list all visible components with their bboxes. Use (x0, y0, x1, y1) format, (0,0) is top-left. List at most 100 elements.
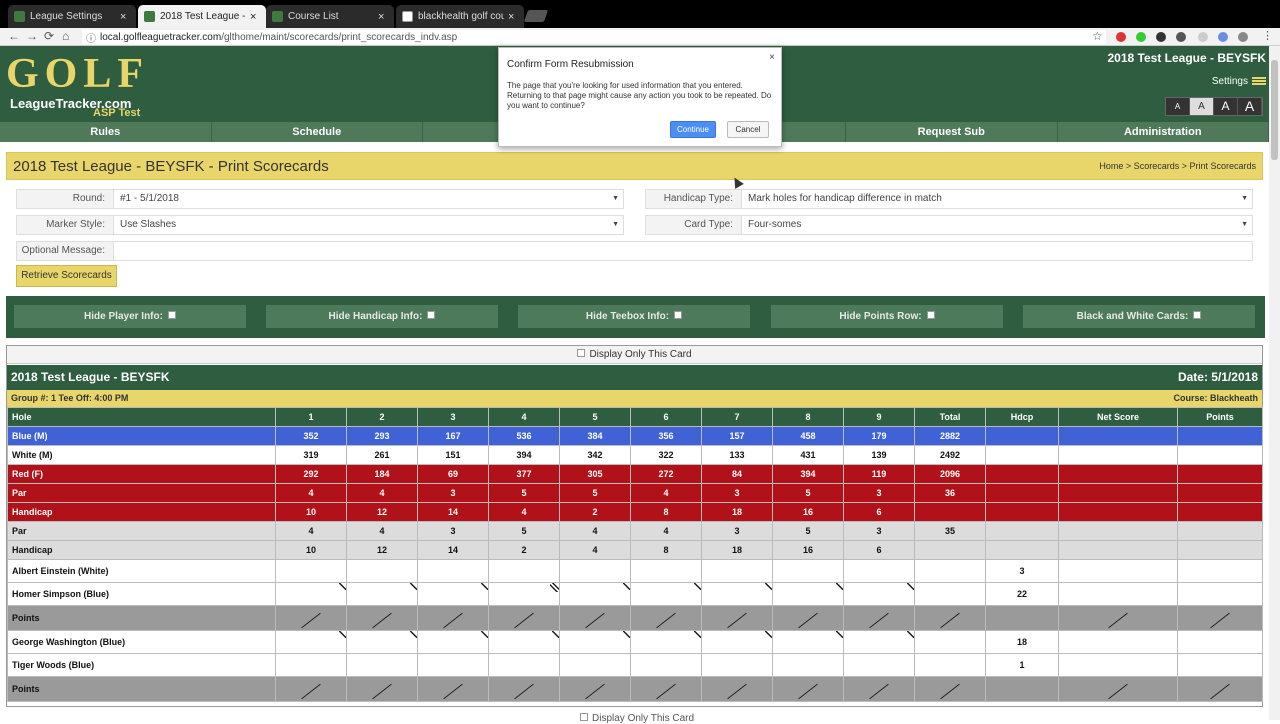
tab-close-icon[interactable]: × (378, 11, 388, 23)
points-cell[interactable] (914, 605, 986, 631)
points-cell[interactable] (772, 676, 844, 702)
font-size-xs-button[interactable]: A (1166, 98, 1190, 115)
menu-item-request-sub[interactable]: Request Sub (846, 122, 1058, 142)
points-cell[interactable] (985, 605, 1059, 631)
score-cell[interactable] (559, 653, 631, 677)
points-cell[interactable] (701, 605, 773, 631)
score-cell[interactable] (843, 630, 915, 654)
forward-icon[interactable]: → (26, 29, 38, 43)
score-cell[interactable] (843, 582, 915, 606)
score-cell[interactable] (772, 559, 844, 583)
tab-2018-test-league[interactable]: 2018 Test League - BEYSFK × (138, 5, 266, 28)
font-size-s-button[interactable]: A (1190, 98, 1214, 115)
extension-cloud-icon[interactable] (1218, 32, 1228, 42)
points-cell[interactable] (1177, 605, 1263, 631)
points-cell[interactable] (559, 605, 631, 631)
points-cell[interactable] (630, 676, 702, 702)
points-cell[interactable] (1177, 676, 1263, 702)
points-cell[interactable] (275, 605, 347, 631)
hide-player-info-checkbox[interactable] (167, 311, 176, 319)
points-cell[interactable] (417, 605, 489, 631)
tab-close-icon[interactable]: × (250, 11, 260, 23)
score-cell[interactable] (275, 559, 347, 583)
tab-google-search[interactable]: blackhealth golf course - Google × (396, 5, 524, 28)
extension-red-icon[interactable] (1116, 32, 1126, 42)
points-cell[interactable] (985, 676, 1059, 702)
settings-menu[interactable]: Settings (1212, 76, 1266, 87)
bookmark-star-icon[interactable]: ☆ (1092, 29, 1103, 43)
hide-player-info-option[interactable]: Hide Player Info: (14, 305, 246, 328)
hide-teebox-info-checkbox[interactable] (674, 311, 683, 319)
score-cell[interactable] (1177, 630, 1263, 654)
points-cell[interactable] (914, 676, 986, 702)
points-cell[interactable] (275, 676, 347, 702)
points-cell[interactable] (843, 605, 915, 631)
continue-button[interactable]: Continue (670, 121, 716, 138)
score-cell[interactable] (630, 630, 702, 654)
breadcrumb[interactable]: Home > Scorecards > Print Scorecards (1099, 161, 1256, 171)
card-type-select[interactable]: Four-somes ▼ (741, 216, 1252, 234)
extension-wifi-icon[interactable] (1198, 32, 1208, 42)
score-cell[interactable] (1058, 582, 1178, 606)
tab-league-settings[interactable]: League Settings × (8, 5, 136, 28)
round-select[interactable]: #1 - 5/1/2018 ▼ (113, 190, 623, 208)
score-cell[interactable] (417, 653, 489, 677)
hide-teebox-info-option[interactable]: Hide Teebox Info: (518, 305, 750, 328)
score-cell[interactable] (275, 630, 347, 654)
score-cell[interactable] (701, 653, 773, 677)
points-cell[interactable] (630, 605, 702, 631)
score-cell[interactable] (346, 582, 418, 606)
score-cell[interactable] (914, 653, 986, 677)
score-cell[interactable] (417, 582, 489, 606)
score-cell[interactable] (914, 559, 986, 583)
score-cell[interactable] (346, 630, 418, 654)
score-cell[interactable] (488, 582, 560, 606)
score-cell[interactable] (1177, 582, 1263, 606)
score-cell[interactable] (417, 630, 489, 654)
extension-dark-icon[interactable] (1156, 32, 1166, 42)
dialog-close-icon[interactable]: × (769, 52, 775, 63)
score-cell[interactable] (1058, 630, 1178, 654)
score-cell[interactable] (843, 559, 915, 583)
points-cell[interactable] (559, 676, 631, 702)
retrieve-scorecards-button[interactable]: Retrieve Scorecards (16, 265, 117, 287)
score-cell[interactable] (346, 653, 418, 677)
tab-close-icon[interactable]: × (120, 11, 130, 23)
optional-message-input[interactable] (113, 242, 1252, 260)
marker-style-select[interactable]: Use Slashes ▼ (113, 216, 623, 234)
score-cell[interactable] (559, 559, 631, 583)
tab-course-list[interactable]: Course List × (266, 5, 394, 28)
score-cell[interactable] (1058, 653, 1178, 677)
score-cell[interactable] (701, 630, 773, 654)
home-icon[interactable]: ⌂ (62, 29, 69, 43)
scrollbar-thumb[interactable] (1271, 60, 1278, 160)
points-cell[interactable] (488, 605, 560, 631)
hamburger-icon[interactable] (1252, 77, 1266, 86)
tab-close-icon[interactable]: × (508, 11, 518, 23)
menu-item-rules[interactable]: Rules (0, 122, 212, 142)
score-cell[interactable] (914, 630, 986, 654)
score-cell[interactable] (630, 582, 702, 606)
points-cell[interactable] (772, 605, 844, 631)
points-cell[interactable] (701, 676, 773, 702)
score-cell[interactable] (843, 653, 915, 677)
black-white-cards-checkbox[interactable] (1193, 311, 1202, 319)
info-icon[interactable]: ⓘ (86, 30, 96, 45)
score-cell[interactable] (630, 559, 702, 583)
address-bar[interactable]: ⓘ local.golfleaguetracker.com/glthome/ma… (82, 30, 1106, 45)
points-cell[interactable] (346, 605, 418, 631)
score-cell[interactable] (275, 582, 347, 606)
points-cell[interactable] (843, 676, 915, 702)
display-only-checkbox[interactable] (577, 349, 586, 357)
menu-item-schedule[interactable]: Schedule (212, 122, 423, 142)
hide-points-row-checkbox[interactable] (926, 311, 935, 319)
golf-logo[interactable]: GOLF (6, 50, 149, 98)
score-cell[interactable] (701, 559, 773, 583)
page-scrollbar[interactable] (1269, 46, 1280, 720)
score-cell[interactable] (417, 559, 489, 583)
black-white-cards-option[interactable]: Black and White Cards: (1023, 305, 1255, 328)
points-cell[interactable] (1058, 676, 1178, 702)
display-only-this-card[interactable]: Display Only This Card (7, 346, 1262, 364)
cancel-button[interactable]: Cancel (727, 121, 769, 138)
font-size-l-button[interactable]: A (1238, 98, 1262, 115)
